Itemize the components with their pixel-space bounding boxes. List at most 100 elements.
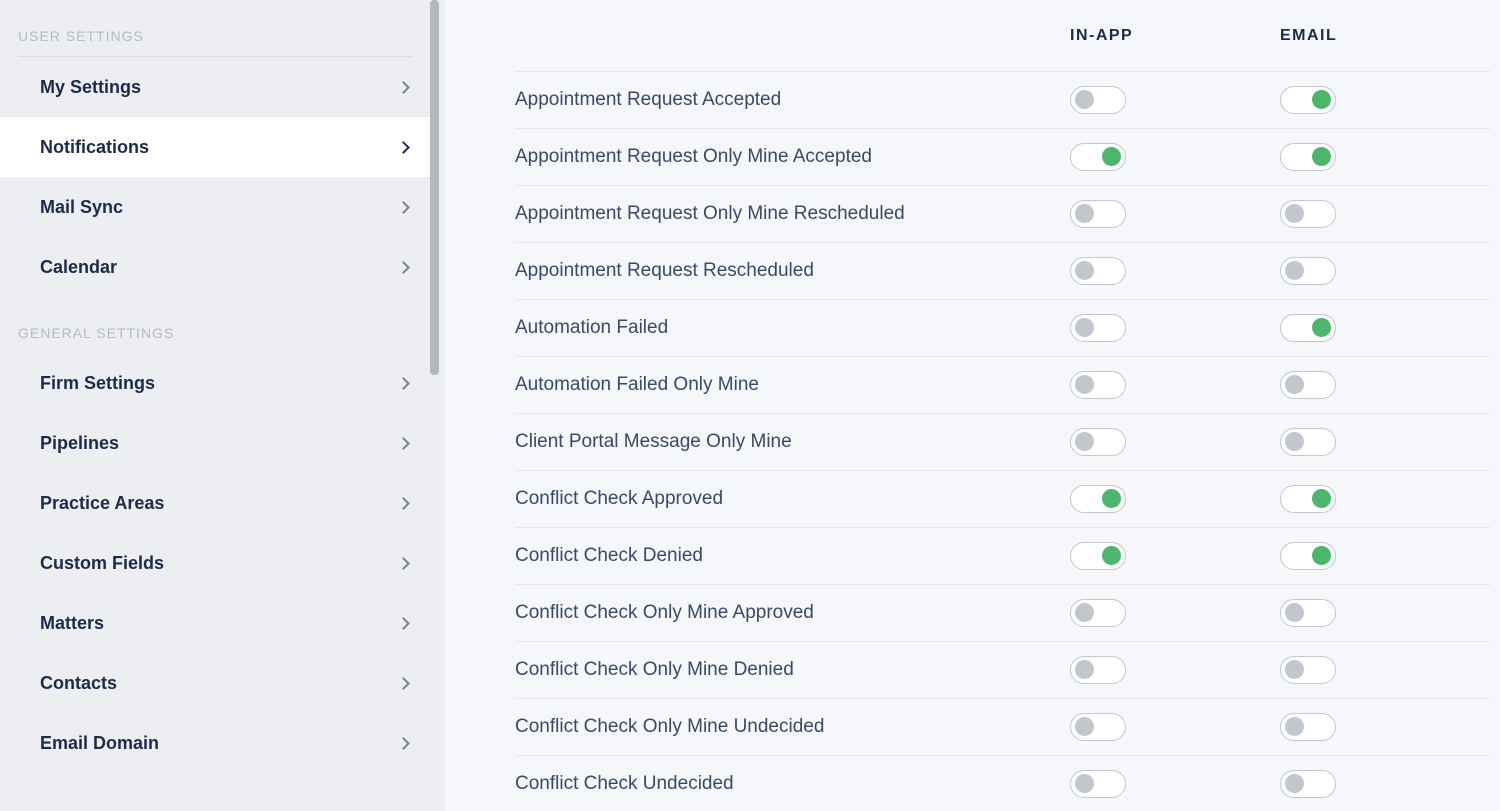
- row-label: Automation Failed: [515, 317, 1070, 339]
- cell-inapp: [1070, 371, 1280, 399]
- row-label: Appointment Request Only Mine Accepted: [515, 146, 1070, 168]
- row-label: Conflict Check Approved: [515, 488, 1070, 510]
- toggle-inapp[interactable]: [1070, 713, 1126, 741]
- cell-email: [1280, 656, 1490, 684]
- toggle-email[interactable]: [1280, 770, 1336, 798]
- toggle-email[interactable]: [1280, 257, 1336, 285]
- toggle-knob: [1075, 375, 1094, 394]
- row-label: Conflict Check Undecided: [515, 773, 1070, 795]
- nav-pipelines[interactable]: Pipelines: [0, 413, 430, 473]
- toggle-inapp[interactable]: [1070, 371, 1126, 399]
- table-row: Conflict Check Approved: [515, 471, 1490, 528]
- row-label: Conflict Check Only Mine Undecided: [515, 716, 1070, 738]
- toggle-inapp[interactable]: [1070, 770, 1126, 798]
- chevron-right-icon: [397, 201, 410, 214]
- toggle-knob: [1285, 774, 1304, 793]
- nav-item-label: Contacts: [40, 673, 117, 694]
- toggle-knob: [1075, 660, 1094, 679]
- toggle-email[interactable]: [1280, 485, 1336, 513]
- nav-firm-settings[interactable]: Firm Settings: [0, 353, 430, 413]
- cell-inapp: [1070, 770, 1280, 798]
- toggle-inapp[interactable]: [1070, 428, 1126, 456]
- toggle-knob: [1075, 204, 1094, 223]
- nav-custom-fields[interactable]: Custom Fields: [0, 533, 430, 593]
- chevron-right-icon: [397, 437, 410, 450]
- toggle-inapp[interactable]: [1070, 656, 1126, 684]
- nav-item-label: Custom Fields: [40, 553, 164, 574]
- nav-my-settings[interactable]: My Settings: [0, 57, 430, 117]
- toggle-knob: [1312, 318, 1331, 337]
- table-row: Conflict Check Only Mine Undecided: [515, 699, 1490, 756]
- table-row: Conflict Check Denied: [515, 528, 1490, 585]
- nav-calendar[interactable]: Calendar: [0, 237, 430, 297]
- chevron-right-icon: [397, 617, 410, 630]
- cell-inapp: [1070, 713, 1280, 741]
- col-header-email: EMAIL: [1280, 27, 1490, 45]
- cell-email: [1280, 200, 1490, 228]
- cell-email: [1280, 542, 1490, 570]
- table-header-row: IN-APP EMAIL: [515, 0, 1490, 72]
- chevron-right-icon: [397, 377, 410, 390]
- toggle-knob: [1075, 90, 1094, 109]
- toggle-inapp[interactable]: [1070, 200, 1126, 228]
- row-label: Automation Failed Only Mine: [515, 374, 1070, 396]
- toggle-knob: [1285, 432, 1304, 451]
- nav-item-label: Notifications: [40, 137, 149, 158]
- toggle-inapp[interactable]: [1070, 314, 1126, 342]
- cell-inapp: [1070, 200, 1280, 228]
- toggle-knob: [1102, 147, 1121, 166]
- table-row: Conflict Check Only Mine Denied: [515, 642, 1490, 699]
- toggle-email[interactable]: [1280, 314, 1336, 342]
- table-row: Client Portal Message Only Mine: [515, 414, 1490, 471]
- cell-email: [1280, 713, 1490, 741]
- toggle-email[interactable]: [1280, 143, 1336, 171]
- toggle-inapp[interactable]: [1070, 542, 1126, 570]
- nav-notifications[interactable]: Notifications: [0, 117, 430, 177]
- chevron-right-icon: [397, 141, 410, 154]
- cell-email: [1280, 314, 1490, 342]
- toggle-email[interactable]: [1280, 371, 1336, 399]
- cell-inapp: [1070, 656, 1280, 684]
- table-row: Appointment Request Rescheduled: [515, 243, 1490, 300]
- toggle-knob: [1102, 489, 1121, 508]
- toggle-knob: [1312, 147, 1331, 166]
- toggle-email[interactable]: [1280, 656, 1336, 684]
- toggle-knob: [1285, 603, 1304, 622]
- cell-email: [1280, 86, 1490, 114]
- cell-email: [1280, 485, 1490, 513]
- toggle-knob: [1075, 774, 1094, 793]
- nav-item-label: Firm Settings: [40, 373, 155, 394]
- toggle-email[interactable]: [1280, 86, 1336, 114]
- toggle-knob: [1312, 90, 1331, 109]
- nav-mail-sync[interactable]: Mail Sync: [0, 177, 430, 237]
- sidebar-scrollbar[interactable]: [430, 0, 439, 375]
- toggle-inapp[interactable]: [1070, 143, 1126, 171]
- toggle-knob: [1075, 318, 1094, 337]
- sidebar: USER SETTINGSMy SettingsNotificationsMai…: [0, 0, 445, 811]
- nav-item-label: Matters: [40, 613, 104, 634]
- toggle-knob: [1075, 603, 1094, 622]
- cell-inapp: [1070, 257, 1280, 285]
- toggle-inapp[interactable]: [1070, 257, 1126, 285]
- toggle-inapp[interactable]: [1070, 485, 1126, 513]
- cell-inapp: [1070, 86, 1280, 114]
- cell-email: [1280, 428, 1490, 456]
- row-label: Conflict Check Only Mine Approved: [515, 602, 1070, 624]
- toggle-inapp[interactable]: [1070, 599, 1126, 627]
- toggle-email[interactable]: [1280, 599, 1336, 627]
- table-row: Conflict Check Undecided: [515, 756, 1490, 811]
- nav-practice-areas[interactable]: Practice Areas: [0, 473, 430, 533]
- toggle-email[interactable]: [1280, 713, 1336, 741]
- toggle-email[interactable]: [1280, 200, 1336, 228]
- table-row: Appointment Request Accepted: [515, 72, 1490, 129]
- row-label: Appointment Request Accepted: [515, 89, 1070, 111]
- toggle-email[interactable]: [1280, 542, 1336, 570]
- toggle-email[interactable]: [1280, 428, 1336, 456]
- nav-email-domain[interactable]: Email Domain: [0, 713, 430, 773]
- nav-contacts[interactable]: Contacts: [0, 653, 430, 713]
- toggle-inapp[interactable]: [1070, 86, 1126, 114]
- nav-matters[interactable]: Matters: [0, 593, 430, 653]
- nav-item-label: Pipelines: [40, 433, 119, 454]
- chevron-right-icon: [397, 557, 410, 570]
- cell-email: [1280, 371, 1490, 399]
